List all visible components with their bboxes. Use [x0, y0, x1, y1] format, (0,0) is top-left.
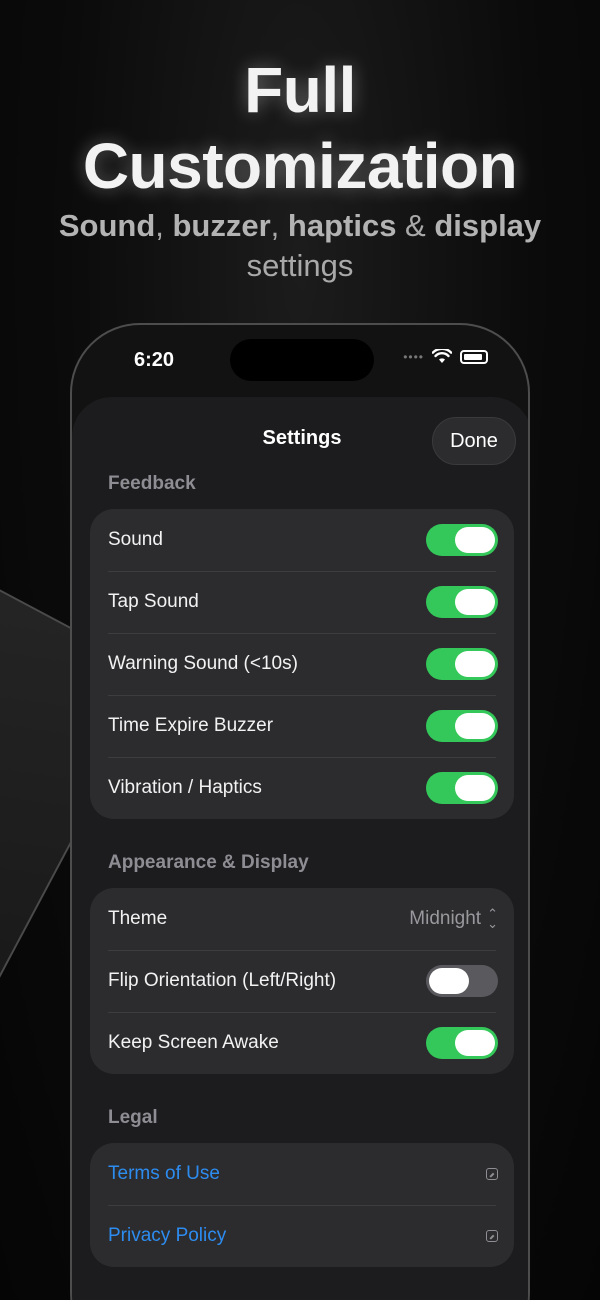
phone-frame: 6:20 •••• Settings Done Feedback Sound T…: [70, 323, 530, 1300]
sound-toggle[interactable]: [426, 524, 498, 556]
sub-word-sound: Sound: [58, 208, 156, 243]
row-label: Flip Orientation (Left/Right): [108, 970, 337, 991]
headline-line-2: Customization: [82, 130, 518, 202]
legal-group: Terms of Use Privacy Policy: [90, 1143, 514, 1267]
warning-sound-toggle[interactable]: [426, 648, 498, 680]
row-label: Time Expire Buzzer: [108, 715, 274, 736]
subheadline-line-2: settings: [246, 248, 354, 283]
toggle-knob: [455, 713, 495, 739]
subheadline-line-1: Sound, buzzer, haptics & display: [0, 206, 600, 246]
sub-sep-3: &: [396, 208, 435, 243]
done-button[interactable]: Done: [432, 417, 516, 465]
row-label: Sound: [108, 529, 163, 550]
toggle-knob: [429, 968, 469, 994]
row-label: Keep Screen Awake: [108, 1032, 279, 1053]
section-label-feedback: Feedback: [108, 473, 196, 494]
appearance-group: Theme Midnight ⌃ ⌄ Flip Orientation (Left…: [90, 888, 514, 1074]
row-terms-of-use[interactable]: Terms of Use: [90, 1143, 514, 1205]
row-label: Theme: [108, 908, 168, 929]
section-label-legal: Legal: [108, 1107, 158, 1128]
keep-awake-toggle[interactable]: [426, 1027, 498, 1059]
dynamic-island: [230, 339, 374, 381]
promo-headline: Full Customization: [0, 52, 600, 204]
flip-orientation-toggle[interactable]: [426, 965, 498, 997]
battery-icon: [460, 349, 488, 364]
wifi-icon: [432, 349, 452, 363]
row-sound[interactable]: Sound: [90, 509, 514, 571]
row-label: Warning Sound (<10s): [108, 653, 298, 674]
toggle-knob: [455, 1030, 495, 1056]
row-flip-orientation[interactable]: Flip Orientation (Left/Right): [90, 950, 514, 1012]
sub-word-buzzer: buzzer: [172, 208, 271, 243]
sub-word-display: display: [434, 208, 542, 243]
settings-sheet: Settings Done Feedback Sound Tap Sound W…: [72, 397, 528, 1300]
privacy-link[interactable]: Privacy Policy: [108, 1225, 226, 1247]
buzzer-toggle[interactable]: [426, 710, 498, 742]
tap-sound-toggle[interactable]: [426, 586, 498, 618]
row-label: Tap Sound: [108, 591, 199, 612]
row-privacy-policy[interactable]: Privacy Policy: [90, 1205, 514, 1267]
toggle-knob: [455, 527, 495, 553]
row-vibration-haptics[interactable]: Vibration / Haptics: [90, 757, 514, 819]
toggle-knob: [455, 589, 495, 615]
status-icons: ••••: [403, 349, 488, 364]
section-label-appearance: Appearance & Display: [108, 852, 309, 873]
chevron-up-down-icon: ⌃ ⌄: [487, 906, 498, 931]
sub-sep-1: ,: [155, 208, 173, 243]
status-time: 6:20: [134, 349, 175, 371]
theme-picker[interactable]: Midnight ⌃ ⌄: [409, 906, 498, 931]
headline-line-1: Full: [244, 54, 356, 126]
row-theme[interactable]: Theme Midnight ⌃ ⌄: [90, 888, 514, 950]
row-warning-sound[interactable]: Warning Sound (<10s): [90, 633, 514, 695]
signal-icon: ••••: [403, 349, 424, 364]
row-tap-sound[interactable]: Tap Sound: [90, 571, 514, 633]
toggle-knob: [455, 775, 495, 801]
row-keep-screen-awake[interactable]: Keep Screen Awake: [90, 1012, 514, 1074]
external-link-icon: [486, 1230, 498, 1242]
row-label: Vibration / Haptics: [108, 777, 262, 798]
sub-word-haptics: haptics: [287, 208, 397, 243]
terms-link[interactable]: Terms of Use: [108, 1163, 220, 1185]
haptics-toggle[interactable]: [426, 772, 498, 804]
theme-value: Midnight: [409, 908, 482, 929]
toggle-knob: [455, 651, 495, 677]
promo-subheadline: Sound, buzzer, haptics & display setting…: [0, 206, 600, 286]
sub-sep-2: ,: [270, 208, 288, 243]
feedback-group: Sound Tap Sound Warning Sound (<10s) Tim…: [90, 509, 514, 819]
row-time-expire-buzzer[interactable]: Time Expire Buzzer: [90, 695, 514, 757]
external-link-icon: [486, 1168, 498, 1180]
